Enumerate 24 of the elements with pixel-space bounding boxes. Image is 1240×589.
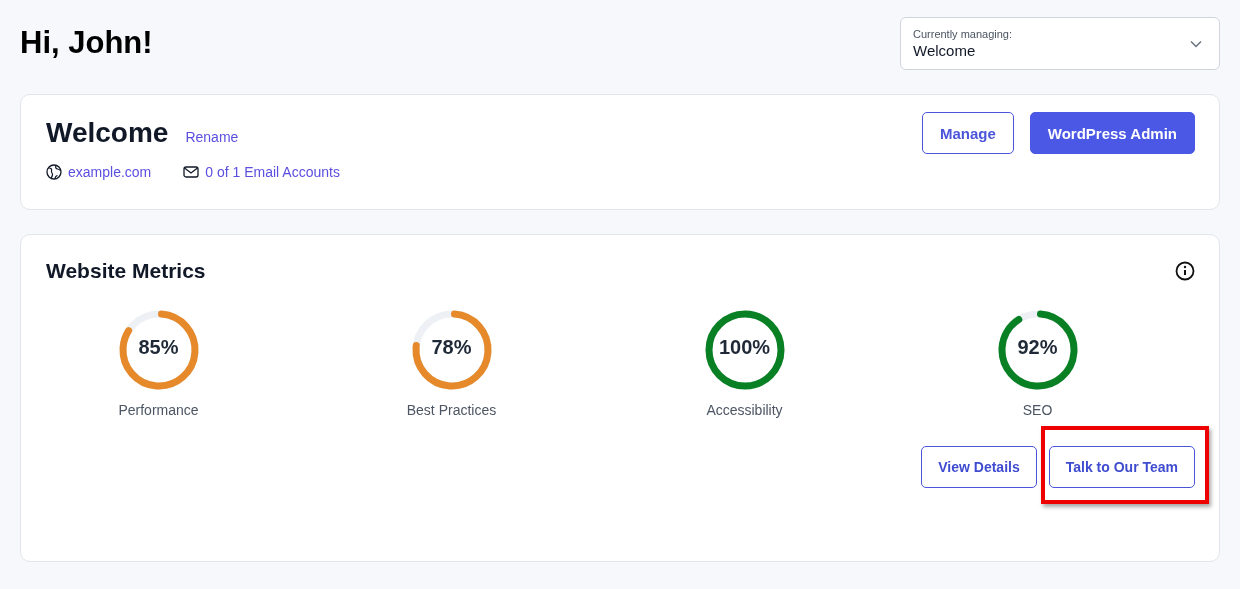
info-icon[interactable] [1175, 261, 1195, 281]
metric-name: Performance [118, 402, 199, 418]
site-dropdown[interactable]: Currently managing: Welcome [900, 17, 1220, 70]
admin-button[interactable]: WordPress Admin [1029, 112, 1195, 154]
score-value: 85% [137, 336, 180, 359]
metric-name: Accessibility [706, 402, 783, 418]
mail-icon [183, 164, 200, 180]
globe-icon [46, 164, 62, 180]
rename-link[interactable]: Rename [185, 129, 239, 145]
email-accounts-link[interactable]: 0 of 1 Email Accounts [205, 164, 340, 180]
score-value: 78% [430, 336, 473, 359]
greeting-heading: Hi, John! [20, 25, 153, 61]
card-title: Website Metrics [46, 259, 206, 283]
metric-name: Best Practices [406, 402, 497, 418]
talk-to-team-button[interactable]: Talk to Our Team [1048, 446, 1195, 488]
domain-link[interactable]: example.com [68, 164, 152, 180]
score-value: 100% [717, 336, 772, 359]
dropdown-label: Currently managing: [913, 28, 1013, 40]
manage-button[interactable]: Manage [921, 112, 1014, 154]
site-title: Welcome [46, 117, 169, 149]
dropdown-value: Welcome [913, 42, 977, 59]
view-details-button[interactable]: View Details [921, 446, 1037, 488]
metric-name: SEO [1022, 402, 1053, 418]
score-value: 92% [1016, 336, 1059, 359]
